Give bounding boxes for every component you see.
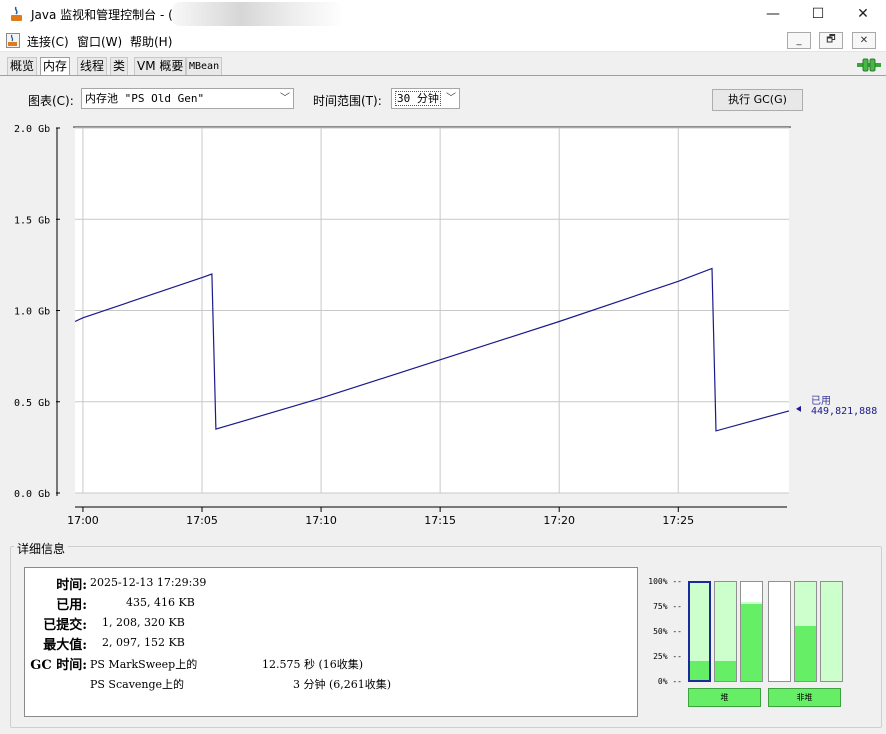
heap-bar-3[interactable] xyxy=(740,581,763,682)
heap-bar-used xyxy=(690,660,709,680)
heap-bar-1[interactable] xyxy=(688,581,711,682)
heap-button[interactable]: 堆 xyxy=(688,688,761,707)
menu-connection[interactable]: 连接(C) xyxy=(27,33,69,50)
detail-gc1-value: 12.575 秒 (16收集) xyxy=(262,658,364,671)
pct-label-50: 50% -- xyxy=(653,627,682,636)
window-title: Java 监视和管理控制台 - ( xyxy=(31,8,173,22)
chart-select-value: 内存池 "PS Old Gen" xyxy=(85,92,205,105)
tab-classes[interactable]: 类 xyxy=(110,57,129,75)
chart-select[interactable]: 内存池 "PS Old Gen" ﹀ xyxy=(81,88,294,109)
pct-label-75: 75% -- xyxy=(653,602,682,611)
detail-max-value: 2, 097, 152 KB xyxy=(102,636,185,649)
chart-y-axis: 2.0 Gb 1.5 Gb 1.0 Gb 0.5 Gb 0.0 Gb xyxy=(14,124,60,500)
x-tick-label: 17:05 xyxy=(186,514,218,527)
tab-mbean[interactable]: MBean xyxy=(186,57,223,75)
y-tick-label: 1.0 Gb xyxy=(14,307,50,318)
heap-bar-2[interactable] xyxy=(714,581,737,682)
tab-threads[interactable]: 线程 xyxy=(77,57,108,75)
inner-restore-button[interactable]: 🗗 xyxy=(819,32,843,49)
detail-gc2-name: PS Scavenge上的 xyxy=(90,678,185,691)
pct-label-100: 100% -- xyxy=(648,577,682,586)
inner-minimize-button[interactable]: _ xyxy=(787,32,811,49)
x-tick-label: 17:15 xyxy=(424,514,456,527)
heap-bar-used xyxy=(715,661,736,681)
inner-close-button[interactable]: ✕ xyxy=(852,32,876,49)
detail-gc1-name: PS MarkSweep上的 xyxy=(90,658,198,671)
menu-help[interactable]: 帮助(H) xyxy=(130,33,172,50)
detail-gc2-value: 3 分钟 (6,261收集) xyxy=(293,678,392,691)
pct-label-0: 0% -- xyxy=(657,677,682,686)
redacted-title-region xyxy=(172,2,344,26)
perform-gc-button[interactable]: 执行 GC(G) xyxy=(712,89,803,111)
nonheap-bar-3[interactable] xyxy=(820,581,843,682)
connection-status-icon xyxy=(857,58,881,72)
x-tick-label: 17:20 xyxy=(543,514,575,527)
time-range-value: 30 分钟 xyxy=(395,91,441,106)
time-range-select[interactable]: 30 分钟 ﹀ xyxy=(391,88,460,109)
detail-committed-key: 已提交: xyxy=(43,618,87,633)
java-app-icon xyxy=(6,33,20,48)
detail-used-value: 435, 416 KB xyxy=(126,596,195,609)
detail-committed-value: 1, 208, 320 KB xyxy=(102,616,185,629)
chevron-down-icon: ﹀ xyxy=(446,93,456,104)
detail-time-value: 2025-12-13 17:29:39 xyxy=(90,576,207,589)
menu-window[interactable]: 窗口(W) xyxy=(77,33,122,50)
java-app-icon xyxy=(11,6,22,21)
chart-x-axis: 17:00 17:05 17:10 17:15 17:20 17:25 xyxy=(67,506,787,527)
y-tick-label: 0.5 Gb xyxy=(14,398,50,409)
nonheap-bar-2[interactable] xyxy=(794,581,817,682)
close-button[interactable]: ✕ xyxy=(840,0,886,28)
nonheap-bar-committed xyxy=(821,582,842,681)
y-tick-label: 2.0 Gb xyxy=(14,124,50,135)
detail-max-key: 最大值: xyxy=(43,638,87,653)
current-series-value: 449,821,888 xyxy=(811,406,877,417)
minimize-button[interactable]: — xyxy=(750,0,796,28)
nonheap-button[interactable]: 非堆 xyxy=(768,688,841,707)
details-title: 详细信息 xyxy=(14,540,69,557)
tab-divider xyxy=(0,75,886,76)
y-tick-label: 0.0 Gb xyxy=(14,489,50,500)
x-tick-label: 17:00 xyxy=(67,514,99,527)
time-range-label: 时间范围(T): xyxy=(313,94,382,108)
chevron-down-icon: ﹀ xyxy=(280,93,290,104)
chart-label: 图表(C): xyxy=(28,94,74,108)
tab-memory[interactable]: 内存 xyxy=(40,57,71,76)
pct-label-25: 25% -- xyxy=(653,652,682,661)
memory-chart: 2.0 Gb1.5 Gb1.0 Gb0.5 Gb0.0 Gb 17:00 17:0… xyxy=(14,124,877,527)
nonheap-bar-used xyxy=(795,625,816,681)
current-value-marker xyxy=(796,405,801,412)
heap-bar-used xyxy=(741,603,762,681)
tab-vm-summary[interactable]: VM 概要 xyxy=(134,57,187,75)
nonheap-bar-1[interactable] xyxy=(768,581,791,682)
maximize-button[interactable]: ☐ xyxy=(795,0,841,28)
detail-gc-key: GC 时间: xyxy=(30,658,87,673)
x-tick-label: 17:25 xyxy=(662,514,694,527)
x-tick-label: 17:10 xyxy=(305,514,337,527)
detail-time-key: 时间: xyxy=(56,578,87,593)
tab-overview[interactable]: 概览 xyxy=(7,57,38,75)
detail-used-key: 已用: xyxy=(56,598,87,613)
y-tick-label: 1.5 Gb xyxy=(14,215,50,226)
